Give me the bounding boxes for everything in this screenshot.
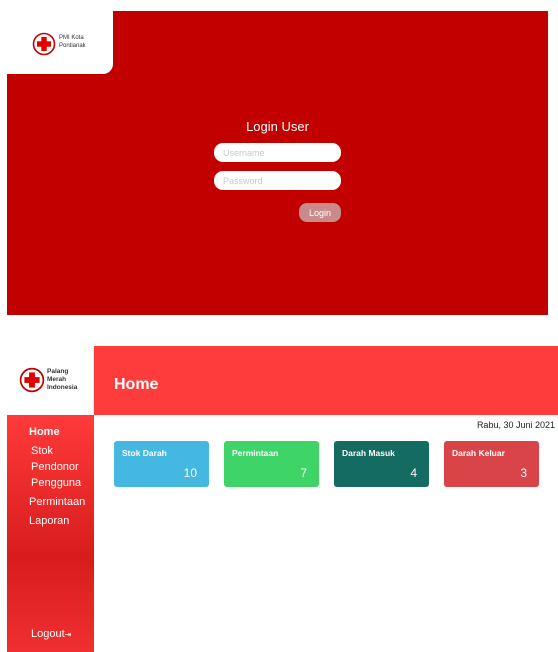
logout-label: Logout (31, 628, 65, 640)
sidebar-item-pengguna[interactable]: Pengguna (31, 477, 81, 489)
logout-button[interactable]: Logout⇥ (31, 628, 71, 640)
stat-card-permintaan[interactable]: Permintaan 7 (224, 441, 319, 487)
stat-card-darah-masuk[interactable]: Darah Masuk 4 (334, 441, 429, 487)
red-cross-icon (19, 367, 45, 393)
stat-card-value: 10 (183, 466, 197, 480)
logout-icon: ⇥ (64, 630, 72, 639)
login-logo-line1: PMI Kota (59, 35, 84, 41)
dashboard-header: Home (94, 346, 558, 415)
stat-card-title: Darah Keluar (452, 448, 505, 458)
login-logo-text: PMI Kota Pontianak (59, 34, 109, 50)
current-date: Rabu, 30 Juni 2021 (476, 420, 555, 430)
sidebar-item-permintaan[interactable]: Permintaan (29, 496, 85, 508)
sidebar: Home Stok Pendonor Pengguna Permintaan L… (7, 415, 94, 652)
username-input[interactable] (214, 143, 341, 162)
dashboard-logo-line3: Indonesia (47, 384, 78, 391)
stat-card-value: 3 (520, 466, 527, 480)
stat-card-value: 7 (300, 466, 307, 480)
password-input[interactable] (214, 171, 341, 190)
sidebar-item-stok[interactable]: Stok (31, 445, 53, 457)
login-screen: PMI Kota Pontianak Login User Login (7, 11, 548, 315)
dashboard-logo-area: Palang Merah Indonesia (7, 346, 94, 415)
dashboard-logo-line2: Merah (47, 376, 67, 383)
dashboard-logo-text: Palang Merah Indonesia (47, 368, 93, 392)
stat-card-title: Permintaan (232, 448, 279, 458)
page-title: Home (114, 376, 159, 393)
sidebar-item-home[interactable]: Home (29, 426, 60, 438)
dashboard-screen: Palang Merah Indonesia Home Home Stok Pe… (7, 346, 558, 652)
dashboard-logo-line1: Palang (47, 368, 69, 375)
sidebar-item-pendonor[interactable]: Pendonor (31, 461, 79, 473)
login-title: Login User (246, 119, 309, 134)
stat-card-value: 4 (410, 466, 417, 480)
login-button[interactable]: Login (299, 203, 341, 222)
stat-card-title: Stok Darah (122, 448, 167, 458)
stat-card-stok-darah[interactable]: Stok Darah 10 (114, 441, 209, 487)
sidebar-item-laporan[interactable]: Laporan (29, 515, 69, 527)
stat-card-darah-keluar[interactable]: Darah Keluar 3 (444, 441, 539, 487)
login-logo-line2: Pontianak (59, 43, 86, 49)
stat-card-title: Darah Masuk (342, 448, 395, 458)
red-cross-icon (32, 32, 56, 56)
login-logo-card: PMI Kota Pontianak (7, 11, 113, 74)
